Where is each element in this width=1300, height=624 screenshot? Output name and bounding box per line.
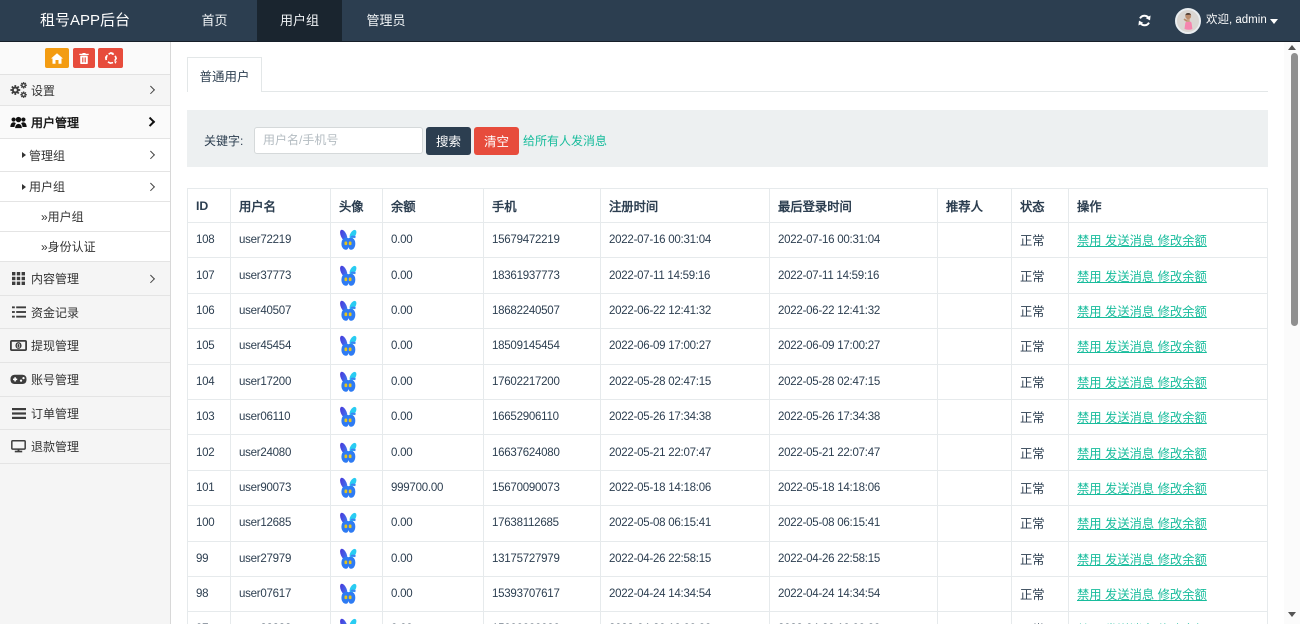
svg-text:0: 0 bbox=[17, 343, 21, 350]
